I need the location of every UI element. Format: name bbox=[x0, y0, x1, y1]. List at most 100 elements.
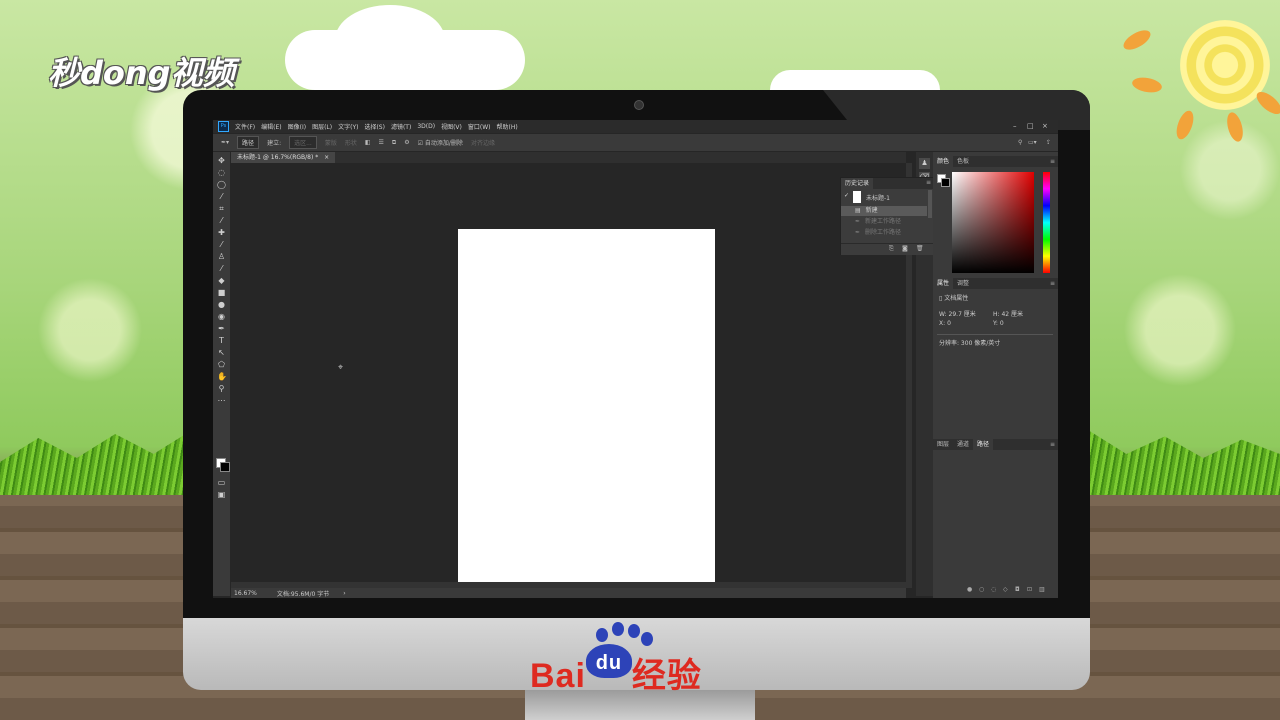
history-item-label: 新建工作路径 bbox=[864, 218, 901, 225]
search-icon[interactable]: ⚲ bbox=[1018, 139, 1022, 146]
menu-type[interactable]: 文字(Y) bbox=[338, 122, 358, 131]
menu-3d[interactable]: 3D(D) bbox=[417, 123, 435, 130]
panel-menu-icon[interactable]: ≡ bbox=[1050, 441, 1055, 448]
add-mask-icon[interactable]: ◘ bbox=[1015, 586, 1020, 593]
tab-channels[interactable]: 通道 bbox=[953, 439, 973, 450]
make-mask-button[interactable]: 蒙版 bbox=[325, 138, 337, 147]
zoom-tool-icon[interactable]: ⚲ bbox=[217, 384, 226, 393]
path-alignment-icon[interactable]: ☰ bbox=[379, 139, 384, 146]
eyedropper-tool-icon[interactable]: ⁄ bbox=[217, 216, 226, 225]
more-tools-icon[interactable]: ⋯ bbox=[217, 396, 226, 405]
history-panel-icon[interactable]: ♟ bbox=[919, 158, 930, 169]
auto-add-delete-checkbox[interactable]: ☑ 自动添加/删除 bbox=[418, 138, 463, 147]
snapshot-check-icon[interactable]: ✓ bbox=[844, 192, 849, 199]
load-selection-icon[interactable]: ◌ bbox=[991, 586, 996, 593]
pen-tool-preset-icon[interactable]: ✒▾ bbox=[221, 139, 229, 146]
new-document-from-state-icon[interactable]: ⎘ bbox=[889, 245, 894, 253]
close-button[interactable]: × bbox=[1042, 122, 1048, 130]
maximize-button[interactable]: □ bbox=[1027, 122, 1034, 130]
background-color-swatch[interactable] bbox=[220, 462, 230, 472]
marquee-tool-icon[interactable]: ◌ bbox=[217, 168, 226, 177]
panel-menu-icon[interactable]: ≡ bbox=[1050, 280, 1055, 287]
panel-menu-icon[interactable]: ≡ bbox=[926, 179, 931, 186]
menu-help[interactable]: 帮助(H) bbox=[497, 122, 518, 131]
fill-path-icon[interactable]: ● bbox=[967, 586, 972, 593]
y-value[interactable]: 0 bbox=[1000, 320, 1004, 327]
menu-window[interactable]: 窗口(W) bbox=[468, 122, 491, 131]
panel-menu-icon[interactable]: ≡ bbox=[1050, 158, 1055, 165]
menu-image[interactable]: 图像(I) bbox=[288, 122, 306, 131]
share-icon[interactable]: ⇪ bbox=[1046, 139, 1051, 146]
stroke-path-icon[interactable]: ○ bbox=[979, 586, 984, 593]
snapshot-label[interactable]: 未标题-1 bbox=[866, 193, 890, 202]
options-bar: ✒▾ 路径 建立: 选区... 蒙版 形状 ◧ ☰ ⧉ ⚙ ☑ 自动添加/删除 … bbox=[213, 134, 1058, 151]
shape-tool-icon[interactable]: ⬠ bbox=[217, 360, 226, 369]
background-color-swatch[interactable] bbox=[941, 178, 950, 187]
hue-slider[interactable] bbox=[1043, 172, 1050, 273]
history-item[interactable]: ✒ 删除工作路径 bbox=[841, 228, 927, 238]
history-tab[interactable]: 历史记录 bbox=[841, 178, 874, 189]
make-work-path-icon[interactable]: ◇ bbox=[1003, 586, 1008, 593]
eraser-tool-icon[interactable]: ◆ bbox=[217, 276, 226, 285]
history-item[interactable]: ✒ 新建工作路径 bbox=[841, 217, 927, 227]
brush-tool-icon[interactable]: ⁄ bbox=[217, 240, 226, 249]
x-value[interactable]: 0 bbox=[947, 320, 951, 327]
quick-mask-icon[interactable]: ▭ bbox=[217, 478, 226, 487]
color-panel-tabs: 颜色 色板 ≡ bbox=[933, 156, 1058, 167]
settings-gear-icon[interactable]: ⚙ bbox=[404, 139, 409, 146]
menu-edit[interactable]: 编辑(E) bbox=[261, 122, 281, 131]
make-selection-button[interactable]: 选区... bbox=[289, 136, 317, 149]
new-path-icon[interactable]: ⊡ bbox=[1027, 586, 1032, 593]
menu-filter[interactable]: 滤镜(T) bbox=[391, 122, 411, 131]
history-item[interactable]: ▤ 新建 bbox=[841, 206, 927, 216]
height-value[interactable]: 42 厘米 bbox=[1001, 311, 1023, 318]
tab-layers[interactable]: 图层 bbox=[933, 439, 953, 450]
hand-tool-icon[interactable]: ✋ bbox=[217, 372, 227, 381]
layers-panel-tabs: 图层 通道 路径 ≡ bbox=[933, 439, 1058, 450]
shape-mode-select[interactable]: 路径 bbox=[237, 136, 260, 149]
trash-icon[interactable]: 🗑 bbox=[916, 245, 924, 252]
history-brush-tool-icon[interactable]: ⁄ bbox=[217, 264, 226, 273]
tab-color[interactable]: 颜色 bbox=[933, 156, 954, 167]
document-canvas[interactable] bbox=[458, 229, 715, 598]
snapshot-thumbnail[interactable] bbox=[853, 191, 861, 203]
path-arrangement-icon[interactable]: ⧉ bbox=[392, 139, 396, 147]
minimize-button[interactable]: – bbox=[1013, 122, 1017, 130]
magic-wand-tool-icon[interactable]: ⁄ bbox=[217, 192, 226, 201]
make-shape-button[interactable]: 形状 bbox=[345, 138, 357, 147]
move-tool-icon[interactable]: ✥ bbox=[217, 156, 226, 165]
tab-swatches[interactable]: 色板 bbox=[953, 156, 973, 167]
crop-tool-icon[interactable]: ⌗ bbox=[217, 204, 226, 213]
menu-view[interactable]: 视图(V) bbox=[441, 122, 462, 131]
menu-file[interactable]: 文件(F) bbox=[235, 122, 255, 131]
color-picker-field[interactable] bbox=[952, 172, 1034, 273]
camera-snapshot-icon[interactable]: ◙ bbox=[902, 245, 908, 252]
history-scrollbar[interactable] bbox=[928, 190, 932, 218]
photoshop-logo-icon[interactable]: Ps bbox=[218, 121, 229, 132]
clone-stamp-tool-icon[interactable]: ♙ bbox=[217, 252, 226, 261]
zoom-level[interactable]: 16.67% bbox=[234, 590, 257, 597]
healing-brush-tool-icon[interactable]: ✚ bbox=[217, 228, 226, 237]
screen-mode-icon[interactable]: ▣ bbox=[217, 490, 226, 499]
status-menu-arrow-icon[interactable]: › bbox=[343, 590, 345, 597]
document-tab[interactable]: 未标题-1 @ 16.7%(RGB/8) * × bbox=[231, 152, 336, 163]
close-tab-icon[interactable]: × bbox=[324, 154, 329, 161]
workspace-icon[interactable]: ▭▾ bbox=[1028, 139, 1037, 146]
pen-tool-icon[interactable]: ✒ bbox=[217, 324, 226, 333]
menu-layer[interactable]: 图层(L) bbox=[312, 122, 332, 131]
type-tool-icon[interactable]: T bbox=[217, 336, 226, 345]
menu-select[interactable]: 选择(S) bbox=[364, 122, 385, 131]
path-selection-tool-icon[interactable]: ↖ bbox=[217, 348, 226, 357]
gradient-tool-icon[interactable]: ■ bbox=[217, 288, 226, 297]
width-value[interactable]: 29.7 厘米 bbox=[949, 311, 976, 318]
path-operations-icon[interactable]: ◧ bbox=[365, 139, 371, 146]
canvas-workspace[interactable] bbox=[231, 163, 906, 598]
dodge-tool-icon[interactable]: ◉ bbox=[217, 312, 226, 321]
tab-paths[interactable]: 路径 bbox=[973, 439, 994, 450]
blur-tool-icon[interactable]: ● bbox=[217, 300, 226, 309]
trash-icon[interactable]: ▥ bbox=[1039, 586, 1045, 593]
tab-adjustments[interactable]: 调整 bbox=[953, 278, 973, 289]
tab-properties[interactable]: 属性 bbox=[933, 278, 954, 289]
lasso-tool-icon[interactable]: ◯ bbox=[217, 180, 226, 189]
align-edges-checkbox[interactable]: 对齐边缘 bbox=[471, 138, 495, 147]
